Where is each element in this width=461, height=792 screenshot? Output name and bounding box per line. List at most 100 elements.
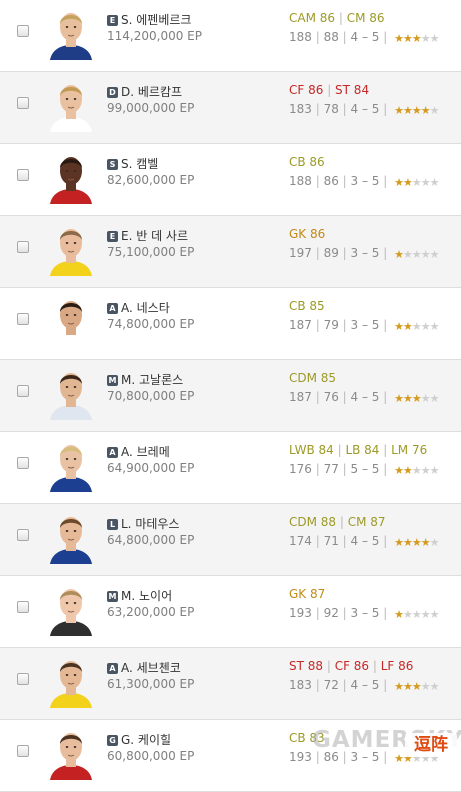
select-checkbox[interactable] xyxy=(17,169,29,181)
weight-value: 71 xyxy=(323,534,339,548)
star-icon: ★ xyxy=(420,248,431,261)
player-face-image xyxy=(50,445,92,492)
position-rating: CDM 88 xyxy=(289,515,337,529)
tier-badge-icon: A xyxy=(107,303,118,314)
select-checkbox[interactable] xyxy=(17,601,29,613)
select-checkbox[interactable] xyxy=(17,457,29,469)
star-icon: ★ xyxy=(394,536,404,549)
star-rating: ★★★★★ xyxy=(394,536,439,549)
position-rating: GK 87 xyxy=(289,587,326,601)
select-checkbox[interactable] xyxy=(17,241,29,253)
physical-stats: 193 | 92 | 3 – 5 | ★★★★★ xyxy=(289,606,439,621)
star-icon: ★ xyxy=(394,608,404,621)
player-name[interactable]: G. 케이힐 xyxy=(121,731,171,748)
player-face-image xyxy=(50,13,92,60)
skill-range: 4 – 5 xyxy=(350,678,380,692)
tier-badge-icon: L xyxy=(107,519,118,530)
position-rating: CM 86 xyxy=(335,11,385,25)
player-price: 61,300,000 EP xyxy=(107,677,195,691)
player-name[interactable]: S. 에펜베르크 xyxy=(121,11,191,28)
height-value: 188 xyxy=(289,30,312,44)
player-price: 64,800,000 EP xyxy=(107,533,195,547)
select-checkbox[interactable] xyxy=(17,745,29,757)
player-price: 82,600,000 EP xyxy=(107,173,195,187)
star-icon: ★ xyxy=(402,392,413,405)
position-ratings: CB 86 xyxy=(289,155,325,169)
physical-stats: 188 | 88 | 4 – 5 | ★★★★★ xyxy=(289,30,439,45)
tier-badge-icon: M xyxy=(107,591,118,602)
star-icon: ★ xyxy=(420,176,431,189)
player-row[interactable]: AA. 브레메64,900,000 EP LWB 84LB 84LM 76 176 … xyxy=(0,432,461,504)
player-name[interactable]: A. 브레메 xyxy=(121,443,170,460)
player-row[interactable]: DD. 베르캄프99,000,000 EP CF 86ST 84 183 | 78 … xyxy=(0,72,461,144)
player-price: 74,800,000 EP xyxy=(107,317,195,331)
star-icon: ★ xyxy=(394,320,404,333)
star-icon: ★ xyxy=(429,392,440,405)
player-price: 64,900,000 EP xyxy=(107,461,195,475)
star-rating: ★★★★★ xyxy=(394,176,440,189)
select-checkbox[interactable] xyxy=(17,673,29,685)
select-checkbox[interactable] xyxy=(17,97,29,109)
player-row[interactable]: LL. 마테우스64,800,000 EP CDM 88CM 87 174 | 71… xyxy=(0,504,461,576)
star-icon: ★ xyxy=(402,248,413,261)
star-rating: ★★★★★ xyxy=(394,104,440,117)
position-ratings: CDM 85 xyxy=(289,371,336,385)
player-row[interactable]: S S. 캠벨 82,600,000 EP CB 86 188 | 86 | 3 – 5… xyxy=(0,144,461,216)
star-icon: ★ xyxy=(429,176,440,189)
star-icon: ★ xyxy=(402,464,413,477)
skill-range: 3 – 5 xyxy=(350,606,380,620)
select-checkbox[interactable] xyxy=(17,529,29,541)
player-face-image xyxy=(50,157,92,204)
player-name[interactable]: S. 캠벨 xyxy=(121,155,158,172)
star-icon: ★ xyxy=(411,248,422,261)
physical-stats: 183 | 72 | 4 – 5 | ★★★★★ xyxy=(289,678,439,693)
skill-range: 4 – 5 xyxy=(350,102,380,116)
select-checkbox[interactable] xyxy=(17,385,29,397)
weight-value: 78 xyxy=(323,102,339,116)
player-price: 114,200,000 EP xyxy=(107,29,202,43)
player-name[interactable]: E. 반 데 사르 xyxy=(121,227,188,244)
star-icon: ★ xyxy=(411,392,422,405)
star-icon: ★ xyxy=(394,176,404,189)
player-row[interactable]: AA. 세브첸코61,300,000 EP ST 88CF 86LF 86 183 … xyxy=(0,648,461,720)
player-row[interactable]: ES. 에펜베르크114,200,000 EP CAM 86CM 86 188 | … xyxy=(0,0,461,72)
skill-range: 4 – 5 xyxy=(350,30,380,44)
player-price: 99,000,000 EP xyxy=(107,101,195,115)
player-row[interactable]: M M. 고날론스 70,800,000 EP CDM 85 187 | 76 | 4 … xyxy=(0,360,461,432)
height-value: 183 xyxy=(289,678,312,692)
select-checkbox[interactable] xyxy=(17,25,29,37)
height-value: 193 xyxy=(289,606,312,620)
player-name[interactable]: D. 베르캄프 xyxy=(121,83,182,100)
star-rating: ★★★★★ xyxy=(394,464,439,477)
position-ratings: LWB 84LB 84LM 76 xyxy=(289,443,427,457)
skill-range: 3 – 5 xyxy=(350,246,380,260)
player-row[interactable]: E E. 반 데 사르 75,100,000 EP GK 86 197 | 89 | 3… xyxy=(0,216,461,288)
player-price: 60,800,000 EP xyxy=(107,749,195,763)
position-ratings: CB 85 xyxy=(289,299,325,313)
star-icon: ★ xyxy=(394,248,404,261)
height-value: 187 xyxy=(289,318,312,332)
player-row[interactable]: M M. 노이어 63,200,000 EP GK 87 193 | 92 | 3 – … xyxy=(0,576,461,648)
physical-stats: 183 | 78 | 4 – 5 | ★★★★★ xyxy=(289,102,440,117)
select-checkbox[interactable] xyxy=(17,313,29,325)
star-icon: ★ xyxy=(394,32,404,45)
tier-badge-icon: D xyxy=(107,87,118,98)
tier-badge-icon: E xyxy=(107,231,118,242)
star-icon: ★ xyxy=(429,104,440,117)
star-icon: ★ xyxy=(429,320,440,333)
star-icon: ★ xyxy=(411,176,422,189)
star-icon: ★ xyxy=(420,320,431,333)
player-name[interactable]: A. 세브첸코 xyxy=(121,659,181,676)
player-name[interactable]: A. 네스타 xyxy=(121,299,170,316)
position-rating: GK 86 xyxy=(289,227,326,241)
star-icon: ★ xyxy=(394,104,404,117)
star-icon: ★ xyxy=(394,680,404,693)
physical-stats: 188 | 86 | 3 – 5 | ★★★★★ xyxy=(289,174,440,189)
player-name[interactable]: L. 마테우스 xyxy=(121,515,179,532)
player-name[interactable]: M. 고날론스 xyxy=(121,371,183,388)
player-name[interactable]: M. 노이어 xyxy=(121,587,172,604)
weight-value: 89 xyxy=(323,246,339,260)
player-row[interactable]: A A. 네스타 74,800,000 EP CB 85 187 | 79 | 3 – … xyxy=(0,288,461,360)
position-rating: LB 84 xyxy=(334,443,380,457)
star-icon: ★ xyxy=(411,680,422,693)
